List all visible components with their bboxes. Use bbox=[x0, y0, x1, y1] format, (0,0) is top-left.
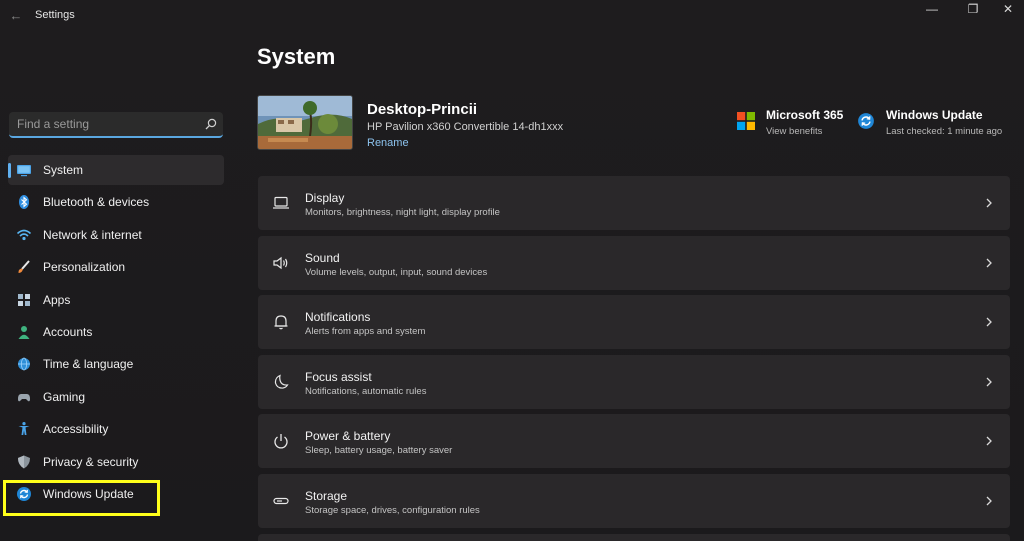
card-title: Power & battery bbox=[305, 429, 391, 444]
apps-grid-icon bbox=[16, 292, 32, 308]
sidebar-item-label: Gaming bbox=[43, 389, 86, 404]
search-icon[interactable] bbox=[204, 117, 218, 131]
card-title: Notifications bbox=[305, 310, 371, 325]
sidebar-item-label: Accounts bbox=[43, 324, 93, 339]
card-focus-assist[interactable]: Focus assist Notifications, automatic ru… bbox=[258, 354, 1010, 409]
update-sync-icon bbox=[857, 112, 875, 130]
sidebar-item-label: System bbox=[43, 163, 84, 177]
sidebar-item-label: Apps bbox=[43, 292, 71, 307]
sidebar-item-apps[interactable]: Apps bbox=[8, 285, 224, 315]
card-title: Sound bbox=[305, 250, 340, 265]
sidebar-item-label: Bluetooth & devices bbox=[43, 195, 150, 210]
card-power-battery[interactable]: Power & battery Sleep, battery usage, ba… bbox=[258, 414, 1010, 469]
moon-icon bbox=[272, 373, 290, 391]
sidebar-item-accounts[interactable]: Accounts bbox=[8, 317, 224, 347]
card-subtitle: Monitors, brightness, night light, displ… bbox=[305, 207, 500, 218]
sidebar-item-label: Time & language bbox=[43, 357, 134, 372]
sidebar-item-system[interactable]: System bbox=[8, 155, 224, 185]
bluetooth-icon bbox=[16, 194, 32, 210]
card-subtitle: Sleep, battery usage, battery saver bbox=[305, 445, 453, 457]
sidebar-item-bluetooth[interactable]: Bluetooth & devices bbox=[8, 187, 224, 217]
speaker-icon bbox=[272, 254, 290, 272]
card-next-partial bbox=[258, 533, 1010, 541]
card-display[interactable]: Display Monitors, brightness, night ligh… bbox=[258, 176, 1010, 230]
card-subtitle: Alerts from apps and system bbox=[305, 326, 426, 338]
chevron-right-icon bbox=[984, 256, 994, 270]
person-icon bbox=[16, 324, 32, 340]
windows-update-link[interactable]: Windows Update Last checked: 1 minute ag… bbox=[857, 108, 1012, 144]
card-subtitle: Storage space, drives, configuration rul… bbox=[305, 504, 480, 516]
system-monitor-icon bbox=[16, 162, 32, 178]
title-bar: ← Settings — ❐ ✕ bbox=[0, 0, 1024, 32]
sidebar-item-label: Accessibility bbox=[43, 422, 109, 437]
rename-link[interactable]: Rename bbox=[367, 137, 409, 149]
card-title: Display bbox=[305, 191, 345, 205]
sidebar-item-gaming[interactable]: Gaming bbox=[8, 382, 224, 412]
card-sound[interactable]: Sound Volume levels, output, input, soun… bbox=[258, 235, 1010, 290]
power-icon bbox=[272, 432, 290, 450]
wifi-icon bbox=[16, 227, 32, 243]
back-button[interactable]: ← bbox=[6, 6, 26, 26]
chevron-right-icon bbox=[984, 494, 994, 508]
shield-icon bbox=[16, 454, 32, 470]
quick-link-subtitle: View benefits bbox=[766, 126, 823, 137]
quick-link-title: Windows Update bbox=[886, 108, 983, 122]
brush-icon bbox=[16, 259, 32, 275]
sidebar-item-privacy-security[interactable]: Privacy & security bbox=[8, 447, 224, 477]
sidebar-item-accessibility[interactable]: Accessibility bbox=[8, 414, 224, 444]
laptop-icon bbox=[272, 194, 290, 212]
minimize-button[interactable]: — bbox=[909, 0, 955, 22]
bell-icon bbox=[272, 313, 290, 331]
sidebar-item-label: Personalization bbox=[43, 260, 126, 275]
chevron-right-icon bbox=[984, 315, 994, 329]
quick-link-subtitle: Last checked: 1 minute ago bbox=[886, 126, 1003, 137]
sidebar-item-personalization[interactable]: Personalization bbox=[8, 252, 224, 282]
storage-drive-icon bbox=[272, 492, 290, 510]
settings-card-list: Display Monitors, brightness, night ligh… bbox=[258, 176, 1010, 541]
sidebar-item-label: Network & internet bbox=[43, 227, 142, 242]
card-title: Storage bbox=[305, 488, 348, 503]
card-subtitle: Volume levels, output, input, sound devi… bbox=[305, 266, 488, 278]
page-title: System bbox=[257, 44, 336, 69]
microsoft-365-link[interactable]: Microsoft 365 View benefits bbox=[737, 108, 847, 144]
accessibility-icon bbox=[16, 421, 32, 437]
globe-clock-icon bbox=[16, 356, 32, 372]
app-title: Settings bbox=[35, 9, 75, 21]
card-storage[interactable]: Storage Storage space, drives, configura… bbox=[258, 473, 1010, 528]
device-wallpaper-thumbnail bbox=[257, 95, 353, 150]
device-model: HP Pavilion x360 Convertible 14-dh1xxx bbox=[367, 121, 564, 133]
device-name: Desktop-Princii bbox=[367, 101, 478, 118]
search-input[interactable] bbox=[9, 112, 199, 136]
card-title: Focus assist bbox=[305, 369, 372, 384]
gamepad-icon bbox=[16, 389, 32, 405]
microsoft-logo-icon bbox=[737, 112, 755, 130]
card-subtitle: Notifications, automatic rules bbox=[305, 385, 427, 397]
sidebar-item-label: Privacy & security bbox=[43, 454, 139, 469]
search-box bbox=[9, 112, 223, 138]
sidebar-nav: System Bluetooth & devices Network & int… bbox=[8, 155, 224, 511]
sidebar-item-time-language[interactable]: Time & language bbox=[8, 349, 224, 379]
highlight-box bbox=[3, 480, 160, 516]
sidebar-item-network[interactable]: Network & internet bbox=[8, 220, 224, 250]
chevron-right-icon bbox=[984, 375, 994, 389]
chevron-right-icon bbox=[984, 196, 994, 210]
close-button[interactable]: ✕ bbox=[985, 0, 1024, 22]
quick-link-title: Microsoft 365 bbox=[766, 108, 844, 122]
active-indicator bbox=[8, 163, 11, 178]
chevron-right-icon bbox=[984, 434, 994, 448]
settings-window: ← Settings — ❐ ✕ System Bluetooth & devi… bbox=[0, 0, 1024, 541]
card-notifications[interactable]: Notifications Alerts from apps and syste… bbox=[258, 295, 1010, 350]
